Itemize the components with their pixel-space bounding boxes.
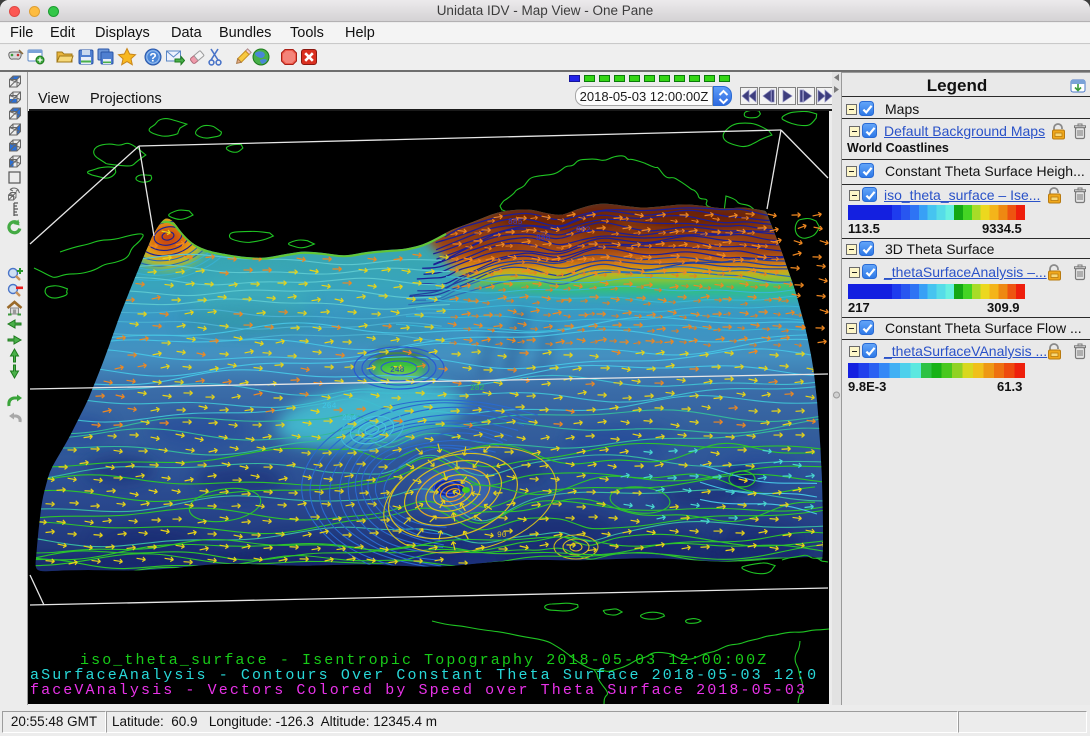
svg-text:882: 882	[576, 226, 591, 235]
svg-text:264: 264	[322, 402, 337, 411]
svg-text:90: 90	[497, 531, 507, 540]
svg-text:248: 248	[390, 366, 405, 375]
svg-text:282: 282	[470, 384, 485, 393]
svg-text:885: 885	[508, 218, 523, 227]
svg-text:faceVAnalysis - Vectors Colore: faceVAnalysis - Vectors Colored by Speed…	[30, 682, 807, 699]
svg-text:?: ?	[149, 51, 156, 65]
svg-text:254: 254	[342, 414, 357, 423]
svg-text:888: 888	[536, 234, 551, 243]
